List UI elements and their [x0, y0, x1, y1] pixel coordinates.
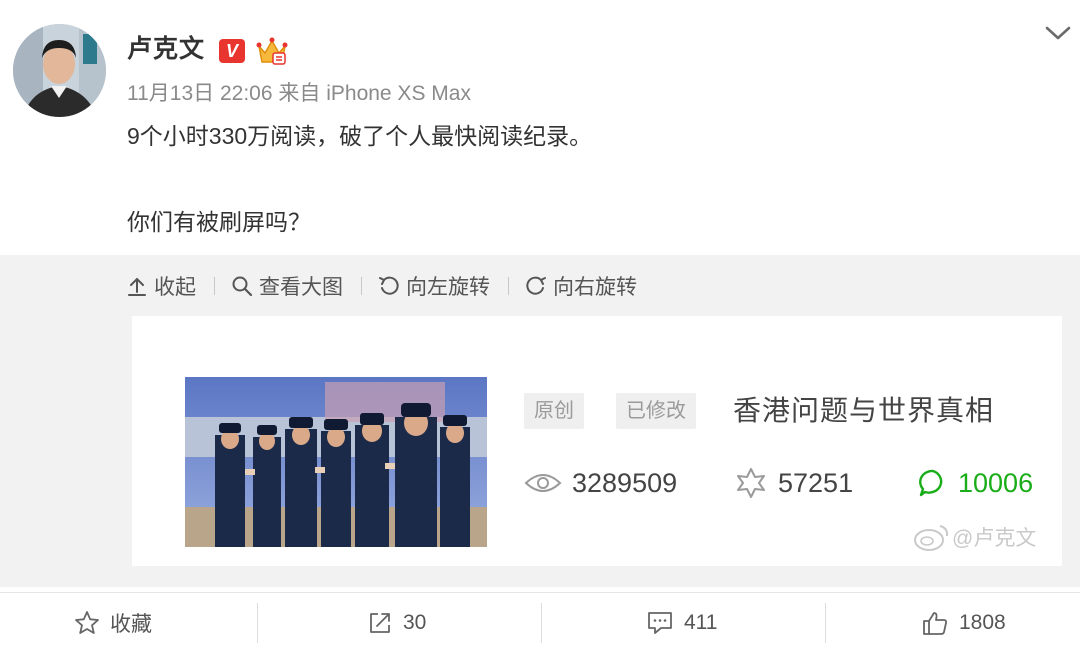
favorite-label: 收藏: [110, 613, 152, 636]
weibo-watermark: @卢克文: [912, 520, 1036, 554]
comment-count: 411: [684, 611, 718, 634]
toolbar-divider: [508, 277, 509, 295]
watermark-text: @卢克文: [952, 527, 1037, 550]
avatar-image: [13, 24, 106, 117]
post-meta: 11月13日 22:06 来自 iPhone XS Max: [127, 82, 471, 105]
rotate-right-icon: [526, 276, 546, 295]
article-thumbnail[interactable]: [185, 377, 487, 547]
article-title[interactable]: 香港问题与世界真相: [733, 392, 994, 430]
repost-count: 30: [403, 611, 427, 634]
collapse-label: 收起: [154, 276, 196, 299]
chevron-down-icon[interactable]: [1044, 22, 1072, 44]
favorite-button[interactable]: 收藏: [74, 600, 152, 646]
action-divider: [541, 603, 542, 643]
rotate-left-icon: [379, 276, 399, 295]
tag-original: 原创: [524, 393, 584, 429]
comments-count: 10006: [958, 467, 1034, 498]
rotate-left-button[interactable]: 向左旋转: [378, 271, 490, 301]
toolbar-divider: [214, 277, 215, 295]
view-large-label: 查看大图: [259, 276, 343, 299]
thumbs-up-icon: [923, 612, 947, 635]
search-icon: [232, 276, 253, 297]
eye-icon: [524, 474, 562, 492]
verified-badge[interactable]: V: [219, 39, 245, 63]
post-text-line-1: 9个小时330万阅读，破了个人最快阅读纪录。: [127, 123, 593, 149]
repost-button[interactable]: 30: [367, 600, 426, 646]
comment-button[interactable]: 411: [646, 600, 717, 646]
like-button[interactable]: 1808: [921, 600, 1006, 646]
rotate-left-label: 向左旋转: [406, 276, 490, 299]
likes-count: 57251: [778, 467, 854, 498]
like-icon: [737, 468, 765, 498]
like-count: 1808: [959, 611, 1006, 634]
collapse-button[interactable]: 收起: [126, 271, 196, 301]
views-stat: 3289509: [524, 465, 677, 501]
toolbar-divider: [361, 277, 362, 295]
weibo-icon: [914, 525, 949, 551]
collapse-icon: [128, 277, 146, 296]
tag-modified: 已修改: [616, 393, 696, 429]
rotate-right-label: 向右旋转: [553, 276, 637, 299]
action-divider: [825, 603, 826, 643]
star-icon: [75, 611, 99, 634]
likes-stat: 57251: [734, 465, 853, 501]
action-divider: [257, 603, 258, 643]
image-toolbar: 收起 查看大图 向左旋转 向右旋转: [126, 270, 637, 302]
comment-icon: [919, 469, 943, 497]
views-count: 3289509: [572, 467, 678, 498]
comment-bubble-icon: [648, 612, 672, 634]
post-text-line-2: 你们有被刷屏吗？: [127, 209, 311, 235]
crown-icon[interactable]: [256, 36, 288, 66]
share-icon: [370, 613, 390, 633]
view-large-button[interactable]: 查看大图: [231, 271, 343, 301]
comments-stat: 10006: [918, 465, 1033, 501]
action-bar: [0, 592, 1080, 654]
rotate-right-button[interactable]: 向右旋转: [525, 271, 637, 301]
author-name[interactable]: 卢克文: [127, 34, 205, 64]
avatar[interactable]: [13, 24, 106, 117]
